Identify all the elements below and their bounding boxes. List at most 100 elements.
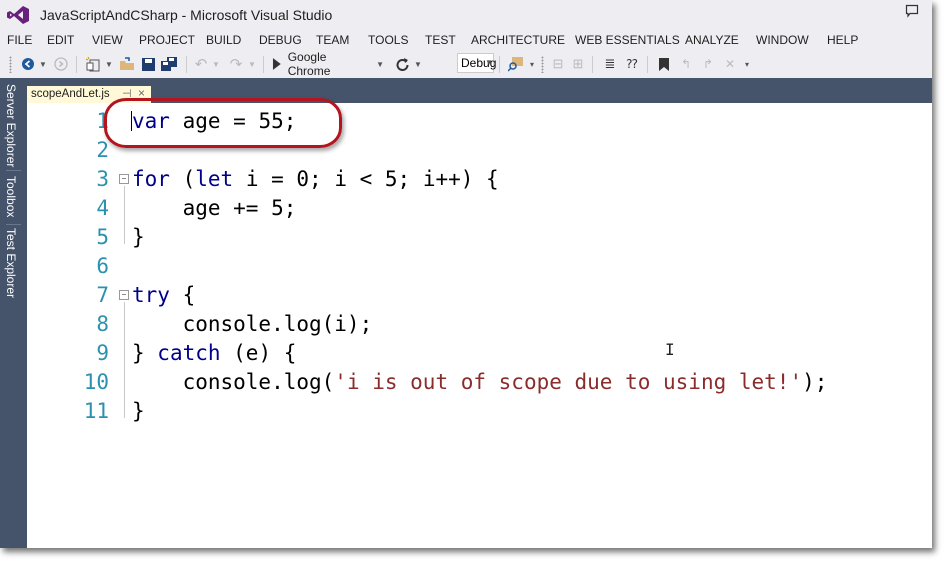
navigate-back-button[interactable]	[20, 55, 36, 73]
collapse-region-icon[interactable]: −	[119, 174, 129, 184]
menu-help[interactable]: HELP	[827, 33, 858, 47]
menu-team[interactable]: TEAM	[316, 33, 349, 47]
open-file-button[interactable]	[118, 55, 136, 73]
menu-tools[interactable]: TOOLS	[368, 33, 408, 47]
code-token: (e) {	[220, 341, 297, 365]
run-target-dropdown[interactable]: ▼	[376, 60, 384, 69]
code-line: 6	[27, 252, 932, 281]
code-editor[interactable]: 1 var age = 55; 2 3− for (let i = 0; i < 5; …	[27, 103, 932, 548]
navigate-forward-icon	[54, 57, 68, 71]
code-line: 10 console.log('i is out of scope due to…	[27, 368, 932, 397]
uncomment-icon: ⊞	[572, 56, 584, 71]
solution-configuration-select[interactable]: Debug ▼	[457, 53, 496, 73]
refresh-icon	[396, 57, 408, 71]
code-text: } catch (e) {	[132, 339, 296, 368]
toolbar-overflow[interactable]: ▾	[743, 55, 751, 73]
code-line: 7− try {	[27, 281, 932, 310]
menu-analyze[interactable]: ANALYZE	[685, 33, 739, 47]
line-number: 6	[96, 254, 109, 278]
new-project-button[interactable]	[84, 55, 102, 73]
menu-debug[interactable]: DEBUG	[259, 33, 302, 47]
code-token: }	[132, 225, 145, 249]
bookmark-button[interactable]	[656, 55, 672, 73]
chevron-down-icon: ▼	[485, 58, 493, 67]
outdent-button[interactable]: ⁇	[624, 55, 640, 73]
line-number: 9	[96, 341, 109, 365]
menu-test[interactable]: TEST	[425, 33, 456, 47]
menu-web-essentials[interactable]: WEB ESSENTIALS	[575, 33, 680, 47]
code-token: (	[169, 167, 196, 191]
menu-edit[interactable]: EDIT	[47, 33, 74, 47]
start-debugging-button[interactable]: Google Chrome ▼	[272, 50, 384, 78]
side-panel-strip: Server Explorer Toolbox Test Explorer	[0, 78, 27, 548]
undo-button[interactable]: ↶	[193, 55, 209, 73]
code-token: {	[169, 283, 196, 307]
uncomment-button[interactable]: ⊞	[570, 55, 586, 73]
menu-window[interactable]: WINDOW	[756, 33, 809, 47]
toolbar-separator	[592, 56, 593, 73]
toolbar-separator	[263, 56, 264, 73]
code-token: console.log(i);	[132, 312, 373, 336]
menu-build[interactable]: BUILD	[206, 33, 241, 47]
redo-button[interactable]: ↷	[228, 55, 244, 73]
find-in-files-icon	[508, 57, 523, 72]
toolbar-overflow[interactable]: ▾	[528, 55, 536, 73]
next-bookmark-icon: ↱	[702, 57, 714, 71]
new-project-icon	[85, 56, 100, 72]
save-button[interactable]	[140, 55, 156, 73]
outdent-icon: ⁇	[626, 57, 638, 71]
save-all-button[interactable]	[160, 55, 178, 73]
save-icon	[141, 57, 155, 71]
find-in-files-button[interactable]	[507, 55, 525, 73]
prev-bookmark-button[interactable]: ↰	[678, 55, 694, 73]
navigate-back-dropdown[interactable]: ▼	[38, 55, 48, 73]
navigate-forward-button[interactable]	[53, 55, 69, 73]
toolbox-tab[interactable]: Toolbox	[4, 176, 18, 217]
window-title: JavaScriptAndCSharp - Microsoft Visual S…	[40, 7, 333, 23]
keyword-token: let	[195, 167, 234, 191]
line-number: 4	[96, 196, 109, 220]
refresh-button[interactable]	[394, 55, 410, 73]
menu-view[interactable]: VIEW	[92, 33, 123, 47]
next-bookmark-button[interactable]: ↱	[700, 55, 716, 73]
clear-bookmarks-icon: ✕	[724, 57, 736, 71]
indent-button[interactable]: ≣	[602, 55, 618, 73]
line-number: 5	[96, 225, 109, 249]
collapse-region-icon[interactable]: −	[119, 290, 129, 300]
prev-bookmark-icon: ↰	[680, 57, 692, 71]
code-token: age += 5;	[132, 196, 297, 220]
code-line: 9 } catch (e) {	[27, 339, 932, 368]
title-bar: JavaScriptAndCSharp - Microsoft Visual S…	[0, 0, 932, 30]
clear-bookmarks-button[interactable]: ✕	[722, 55, 738, 73]
code-text: try {	[132, 281, 195, 310]
menu-file[interactable]: FILE	[7, 33, 32, 47]
refresh-dropdown[interactable]: ▼	[413, 55, 423, 73]
menu-architecture[interactable]: ARCHITECTURE	[471, 33, 565, 47]
toolbar-grip[interactable]	[541, 56, 544, 73]
toolbar-separator	[499, 56, 500, 73]
code-text: for (let i = 0; i < 5; i++) {	[132, 165, 499, 194]
code-token: );	[802, 370, 828, 394]
toolbar-separator	[647, 56, 648, 73]
code-line: 8 console.log(i);	[27, 310, 932, 339]
server-explorer-tab[interactable]: Server Explorer	[4, 84, 18, 167]
new-project-dropdown[interactable]: ▼	[104, 55, 114, 73]
code-line: 4 age += 5;	[27, 194, 932, 223]
comment-icon: ⊟	[552, 56, 564, 71]
toolbar-separator	[186, 56, 187, 73]
code-text: }	[132, 397, 145, 426]
test-explorer-tab[interactable]: Test Explorer	[4, 228, 18, 298]
toolbar-grip[interactable]	[9, 56, 12, 73]
code-text: }	[132, 223, 145, 252]
code-token: console.log(	[132, 370, 335, 394]
divider	[6, 170, 21, 171]
menu-bar: FILE EDIT VIEW PROJECT BUILD DEBUG TEAM …	[0, 30, 932, 50]
navigate-back-icon	[22, 58, 34, 70]
feedback-speech-bubble-icon[interactable]	[905, 4, 919, 18]
undo-dropdown[interactable]: ▼	[211, 55, 221, 73]
menu-project[interactable]: PROJECT	[139, 33, 195, 47]
code-text: age += 5;	[132, 194, 297, 223]
line-number: 7	[96, 283, 109, 307]
comment-button[interactable]: ⊟	[550, 55, 566, 73]
redo-dropdown[interactable]: ▼	[247, 55, 257, 73]
